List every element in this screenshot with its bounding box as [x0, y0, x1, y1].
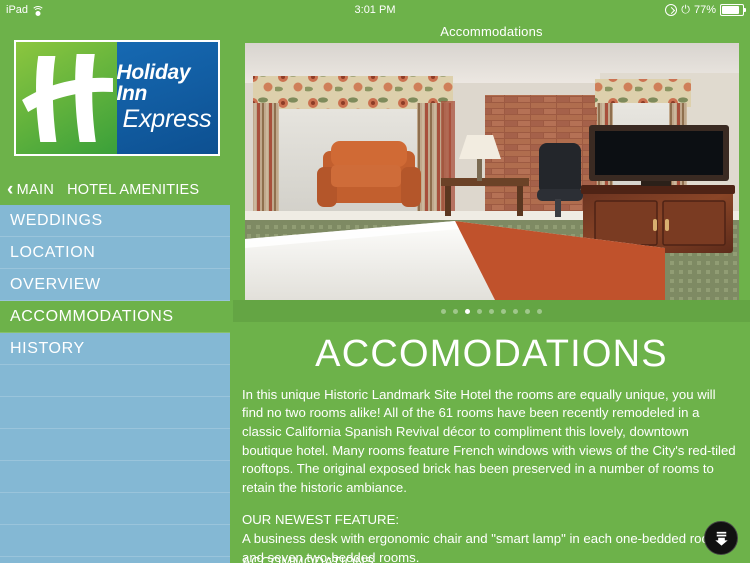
pager-dot[interactable] — [525, 308, 530, 314]
pager-dot[interactable] — [501, 308, 506, 314]
hotel-room-photo[interactable] — [245, 43, 739, 300]
pager-dot-active[interactable] — [465, 308, 470, 314]
app-root: iPad 3:01 PM ⏻ 77% Holiday Inn Express ‹… — [0, 0, 750, 563]
brand-logo: Holiday Inn Express — [0, 20, 233, 175]
sidebar: Holiday Inn Express ‹ MAIN HOTEL AMENITI… — [0, 20, 233, 563]
status-bar: iPad 3:01 PM ⏻ 77% — [0, 0, 750, 20]
paragraph-intro: In this unique Historic Landmark Site Ho… — [242, 386, 736, 495]
sidebar-empty-row — [0, 397, 233, 429]
page-title: Accommodations — [440, 24, 543, 39]
battery-percent-label: 77% — [693, 4, 716, 16]
sidebar-item-accommodations[interactable]: ACCOMMODATIONS — [0, 301, 233, 333]
sidebar-section-label: HOTEL AMENITIES — [67, 182, 200, 198]
pager-dot[interactable] — [453, 308, 458, 314]
pager-dot[interactable] — [513, 308, 518, 314]
sidebar-item-label: HISTORY — [10, 339, 85, 357]
status-bar-clock: 3:01 PM — [354, 4, 396, 16]
chevron-left-icon[interactable]: ‹ — [7, 180, 14, 199]
sidebar-item-label: LOCATION — [10, 243, 96, 261]
sidebar-empty-row — [0, 461, 233, 493]
scroll-down-icon — [714, 531, 728, 546]
sidebar-empty-row — [0, 429, 233, 461]
scroll-down-button[interactable] — [704, 521, 738, 555]
logo-h-icon — [21, 53, 113, 142]
photo-pager[interactable] — [233, 300, 750, 322]
sidebar-item-label: OVERVIEW — [10, 275, 101, 293]
bluetooth-icon: ⏻ — [681, 3, 690, 16]
logo-wordmark-panel: Holiday Inn Express — [116, 41, 218, 154]
back-to-main-button[interactable]: MAIN — [17, 182, 54, 198]
sidebar-edge — [230, 20, 233, 563]
sidebar-item-label: WEDDINGS — [10, 211, 103, 229]
subheading-newest-feature: OUR NEWEST FEATURE: — [242, 512, 400, 528]
sidebar-item-overview[interactable]: OVERVIEW — [0, 269, 233, 301]
sidebar-item-history[interactable]: HISTORY — [0, 333, 233, 365]
clipped-next-heading: ACCOMMODATIONS — [242, 555, 375, 563]
holiday-inn-express-logo: Holiday Inn Express — [13, 39, 220, 156]
hotel-room-image — [245, 43, 739, 300]
sidebar-empty-row — [0, 365, 233, 397]
sidebar-item-weddings[interactable]: WEDDINGS — [0, 205, 233, 237]
sidebar-empty-row — [0, 493, 233, 525]
content-panel: Accommodations ACCOMODATIONS In this uni… — [233, 20, 750, 563]
battery-icon — [720, 4, 746, 16]
pager-dot[interactable] — [477, 308, 482, 314]
armchair — [317, 141, 421, 207]
pager-dot[interactable] — [537, 308, 542, 314]
sidebar-empty-row — [0, 525, 233, 557]
logo-brand-line2: Express — [122, 105, 212, 134]
rotation-lock-icon — [665, 4, 678, 16]
logo-monogram-panel — [15, 41, 117, 154]
section-heading: ACCOMODATIONS — [315, 333, 668, 375]
logo-brand-line1: Holiday Inn — [116, 61, 191, 106]
pager-dot[interactable] — [441, 308, 446, 314]
sidebar-nav-list: WEDDINGS LOCATION OVERVIEW ACCOMMODATION… — [0, 205, 233, 557]
sidebar-item-label: ACCOMMODATIONS — [10, 307, 174, 325]
tv-credenza — [581, 125, 735, 253]
article-body: In this unique Historic Landmark Site Ho… — [233, 386, 750, 563]
status-bar-right: ⏻ 77% — [665, 0, 746, 20]
pager-dot[interactable] — [489, 308, 494, 314]
sidebar-nav-header: ‹ MAIN HOTEL AMENITIES — [0, 175, 233, 205]
sidebar-item-location[interactable]: LOCATION — [0, 237, 233, 269]
